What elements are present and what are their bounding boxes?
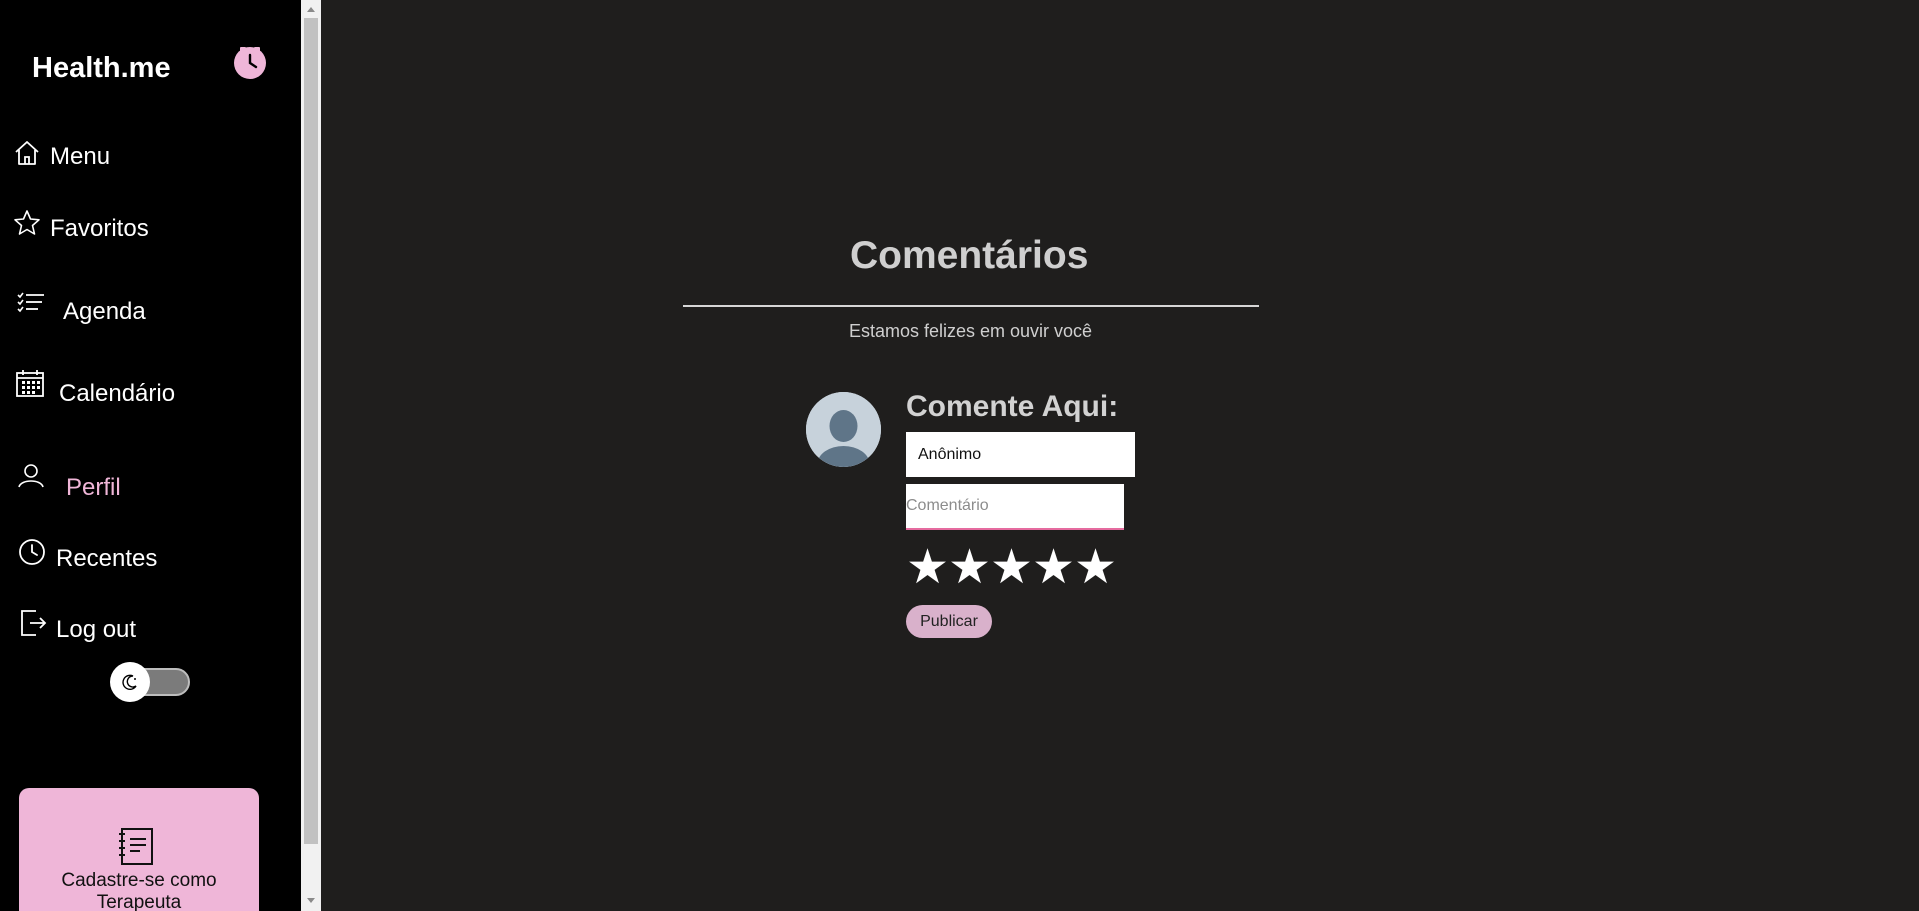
clock-icon[interactable]: [233, 46, 267, 80]
scroll-down-icon[interactable]: [307, 898, 315, 903]
clock-icon: [19, 539, 45, 565]
star-rating: ★ ★ ★ ★ ★: [906, 544, 1117, 592]
user-icon: [18, 464, 44, 488]
rating-star-4[interactable]: ★: [1032, 544, 1075, 592]
comment-heading: Comente Aqui:: [906, 390, 1119, 423]
toggle-knob: [110, 662, 150, 702]
register-card-label: Cadastre-se como Terapeuta: [61, 870, 217, 911]
calendar-icon: [16, 370, 44, 397]
page-subtitle: Estamos felizes em ouvir você: [848, 321, 1093, 341]
name-input[interactable]: [906, 432, 1135, 477]
rating-star-5[interactable]: ★: [1074, 544, 1117, 592]
theme-toggle[interactable]: [110, 662, 192, 702]
star-icon: [14, 210, 40, 235]
sidebar-item-label: Log out: [56, 616, 137, 643]
register-therapist-card[interactable]: Cadastre-se como Terapeuta: [19, 788, 259, 911]
scrollbar[interactable]: [301, 0, 321, 911]
sidebar-item-label: Menu: [50, 143, 111, 170]
scroll-up-icon[interactable]: [307, 7, 315, 12]
rating-star-3[interactable]: ★: [990, 544, 1033, 592]
sidebar-item-label: Agenda: [63, 298, 146, 325]
sidebar-item-label: Calendário: [59, 380, 176, 407]
main-content: Comentários Estamos felizes em ouvir voc…: [321, 0, 1919, 911]
moon-icon: [122, 674, 137, 691]
document-icon: [119, 828, 153, 865]
app-logo: Health.me: [32, 52, 171, 84]
publish-button[interactable]: Publicar: [906, 605, 992, 638]
sidebar-item-label: Recentes: [56, 545, 158, 572]
avatar: [806, 392, 881, 467]
page-title: Comentários: [850, 234, 1089, 277]
divider: [683, 305, 1259, 307]
logout-icon: [21, 610, 47, 636]
rating-star-2[interactable]: ★: [948, 544, 991, 592]
user-avatar-icon: [806, 392, 881, 467]
sidebar-item-label: Perfil: [66, 474, 121, 501]
list-icon: [17, 292, 44, 313]
home-icon: [15, 141, 39, 165]
scroll-thumb[interactable]: [304, 18, 318, 844]
comment-input[interactable]: [906, 484, 1124, 530]
sidebar: Health.me Menu Favoritos Agenda Calendár…: [0, 0, 301, 911]
sidebar-item-label: Favoritos: [50, 215, 149, 242]
rating-star-1[interactable]: ★: [906, 544, 949, 592]
